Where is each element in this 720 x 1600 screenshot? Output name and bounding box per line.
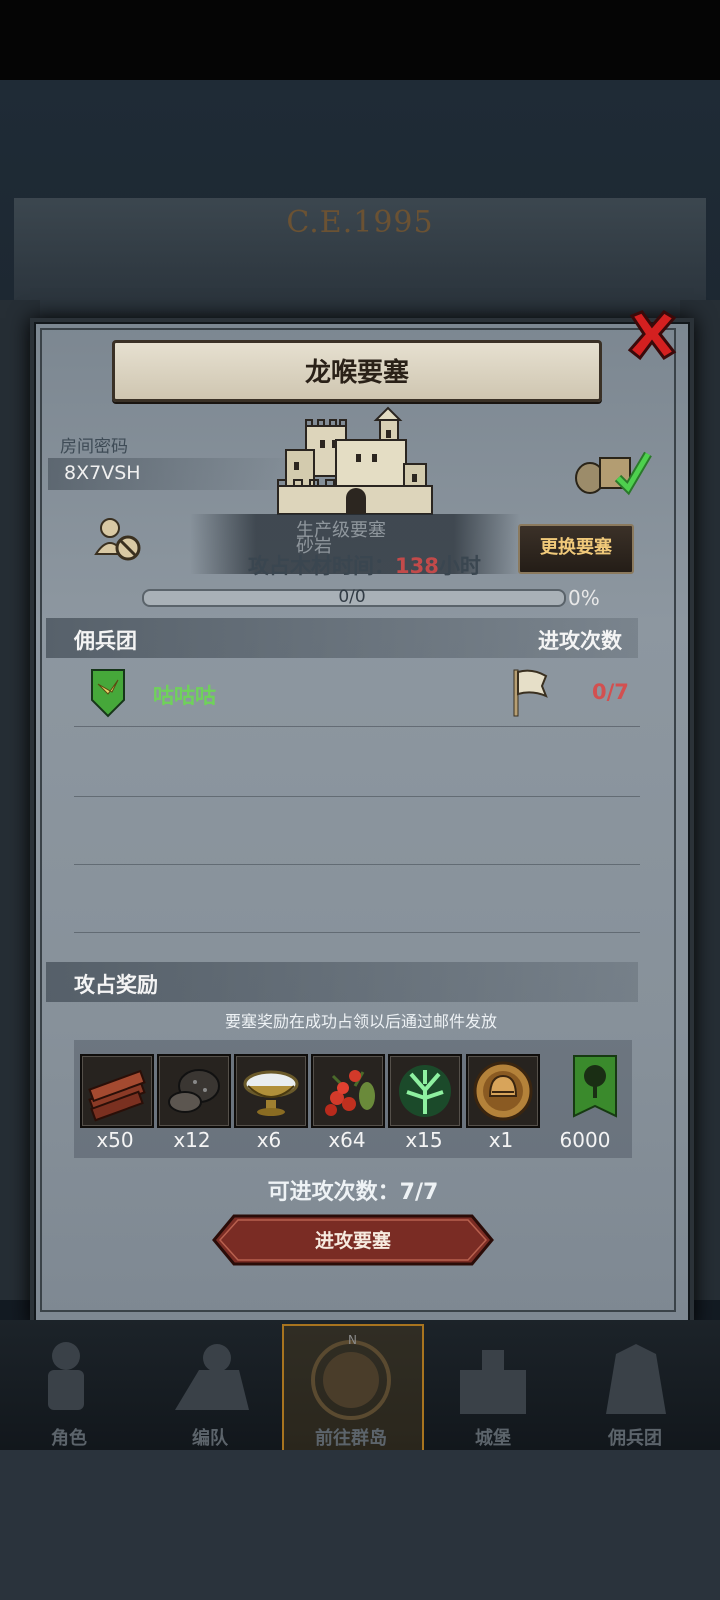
row-divider	[74, 796, 640, 797]
attacks-header: 进攻次数	[538, 629, 622, 653]
rewards-note: 要塞奖励在成功占领以后通过邮件发放	[224, 1012, 497, 1031]
reward-slot[interactable]	[80, 1054, 154, 1128]
row-divider	[74, 864, 640, 865]
close-icon	[627, 310, 677, 361]
reward-qty: 6000	[559, 1128, 611, 1152]
rewards-header: 攻占奖励	[74, 973, 158, 997]
occupy-time-unit: 小时	[438, 554, 481, 578]
occupy-time-label: 攻占木材时间：	[248, 554, 395, 578]
reward-qty: x64	[328, 1128, 366, 1152]
room-code-value: 8X7VSH	[64, 462, 141, 484]
reward-qty: x12	[173, 1128, 211, 1152]
fortress-image	[276, 400, 436, 526]
reward-slot[interactable]	[311, 1054, 385, 1128]
reward-qty: x50	[96, 1128, 134, 1152]
compass-icon: N	[311, 1333, 391, 1420]
available-attacks: 可进攻次数：7/7	[0, 1174, 706, 1206]
close-button[interactable]	[624, 306, 680, 362]
svg-text:N: N	[348, 1333, 357, 1347]
reward-qty: x6	[256, 1128, 282, 1152]
resource-claimed-button[interactable]	[572, 444, 654, 496]
nav-label: 角色	[51, 1428, 87, 1449]
row-divider	[74, 932, 640, 933]
system-nav-area	[0, 1450, 720, 1600]
nav-label: 编队	[192, 1428, 228, 1449]
tree-banner-icon	[573, 1055, 617, 1118]
reward-slot[interactable]	[388, 1054, 462, 1128]
flag-icon	[510, 666, 550, 718]
available-attacks-value: 7/7	[399, 1180, 439, 1205]
wood-icon	[88, 1069, 146, 1122]
helmet-medal-icon	[473, 1061, 533, 1121]
reward-slot[interactable]	[466, 1054, 540, 1128]
green-spirit-icon	[399, 1065, 451, 1117]
occupy-time: 攻占木材时间：138小时	[248, 550, 481, 580]
guild-badge	[90, 666, 126, 718]
squad-icon	[175, 1344, 249, 1410]
nav-label: 城堡	[475, 1428, 511, 1449]
reward-qty: x15	[405, 1128, 443, 1152]
supply-bags-icon	[575, 451, 652, 496]
salt-bowl-icon	[243, 1070, 299, 1116]
progress-count: 0/0	[338, 587, 366, 607]
nav-label: 前往群岛	[315, 1428, 387, 1449]
guild-name[interactable]: 咕咕咕	[153, 680, 216, 710]
reward-qty: x1	[488, 1128, 514, 1152]
dialog-title: 龙喉要塞	[304, 358, 409, 388]
no-user-icon	[94, 518, 141, 561]
progress-percent: 0%	[568, 586, 600, 610]
bird-shield-icon	[91, 669, 125, 718]
castle-icon	[277, 406, 433, 515]
reward-banner-slot[interactable]	[560, 1054, 617, 1124]
attack-button-label: 进攻要塞	[314, 1230, 391, 1252]
knight-icon	[48, 1342, 84, 1410]
castle-icon	[460, 1350, 526, 1414]
no-owner-indicator	[92, 516, 144, 562]
reward-slot[interactable]	[234, 1054, 308, 1128]
berries-icon	[325, 1070, 375, 1116]
available-attacks-label: 可进攻次数：	[267, 1180, 400, 1205]
truffle-icon	[168, 1069, 220, 1113]
room-code-label: 房间密码	[60, 437, 128, 457]
guild-attack-count: 0/7	[592, 680, 629, 704]
era-label: C.E.1995	[286, 205, 434, 240]
mercenary-header: 佣兵团	[74, 629, 137, 653]
white-flag-icon	[513, 669, 548, 717]
row-divider	[74, 726, 640, 727]
occupy-time-value: 138	[395, 554, 439, 578]
status-bar	[0, 0, 720, 80]
change-fortress-button[interactable]: 更换要塞	[518, 524, 634, 574]
reward-slot[interactable]	[157, 1054, 231, 1128]
nav-label: 佣兵团	[608, 1428, 662, 1449]
mercenary-icon	[606, 1344, 666, 1414]
